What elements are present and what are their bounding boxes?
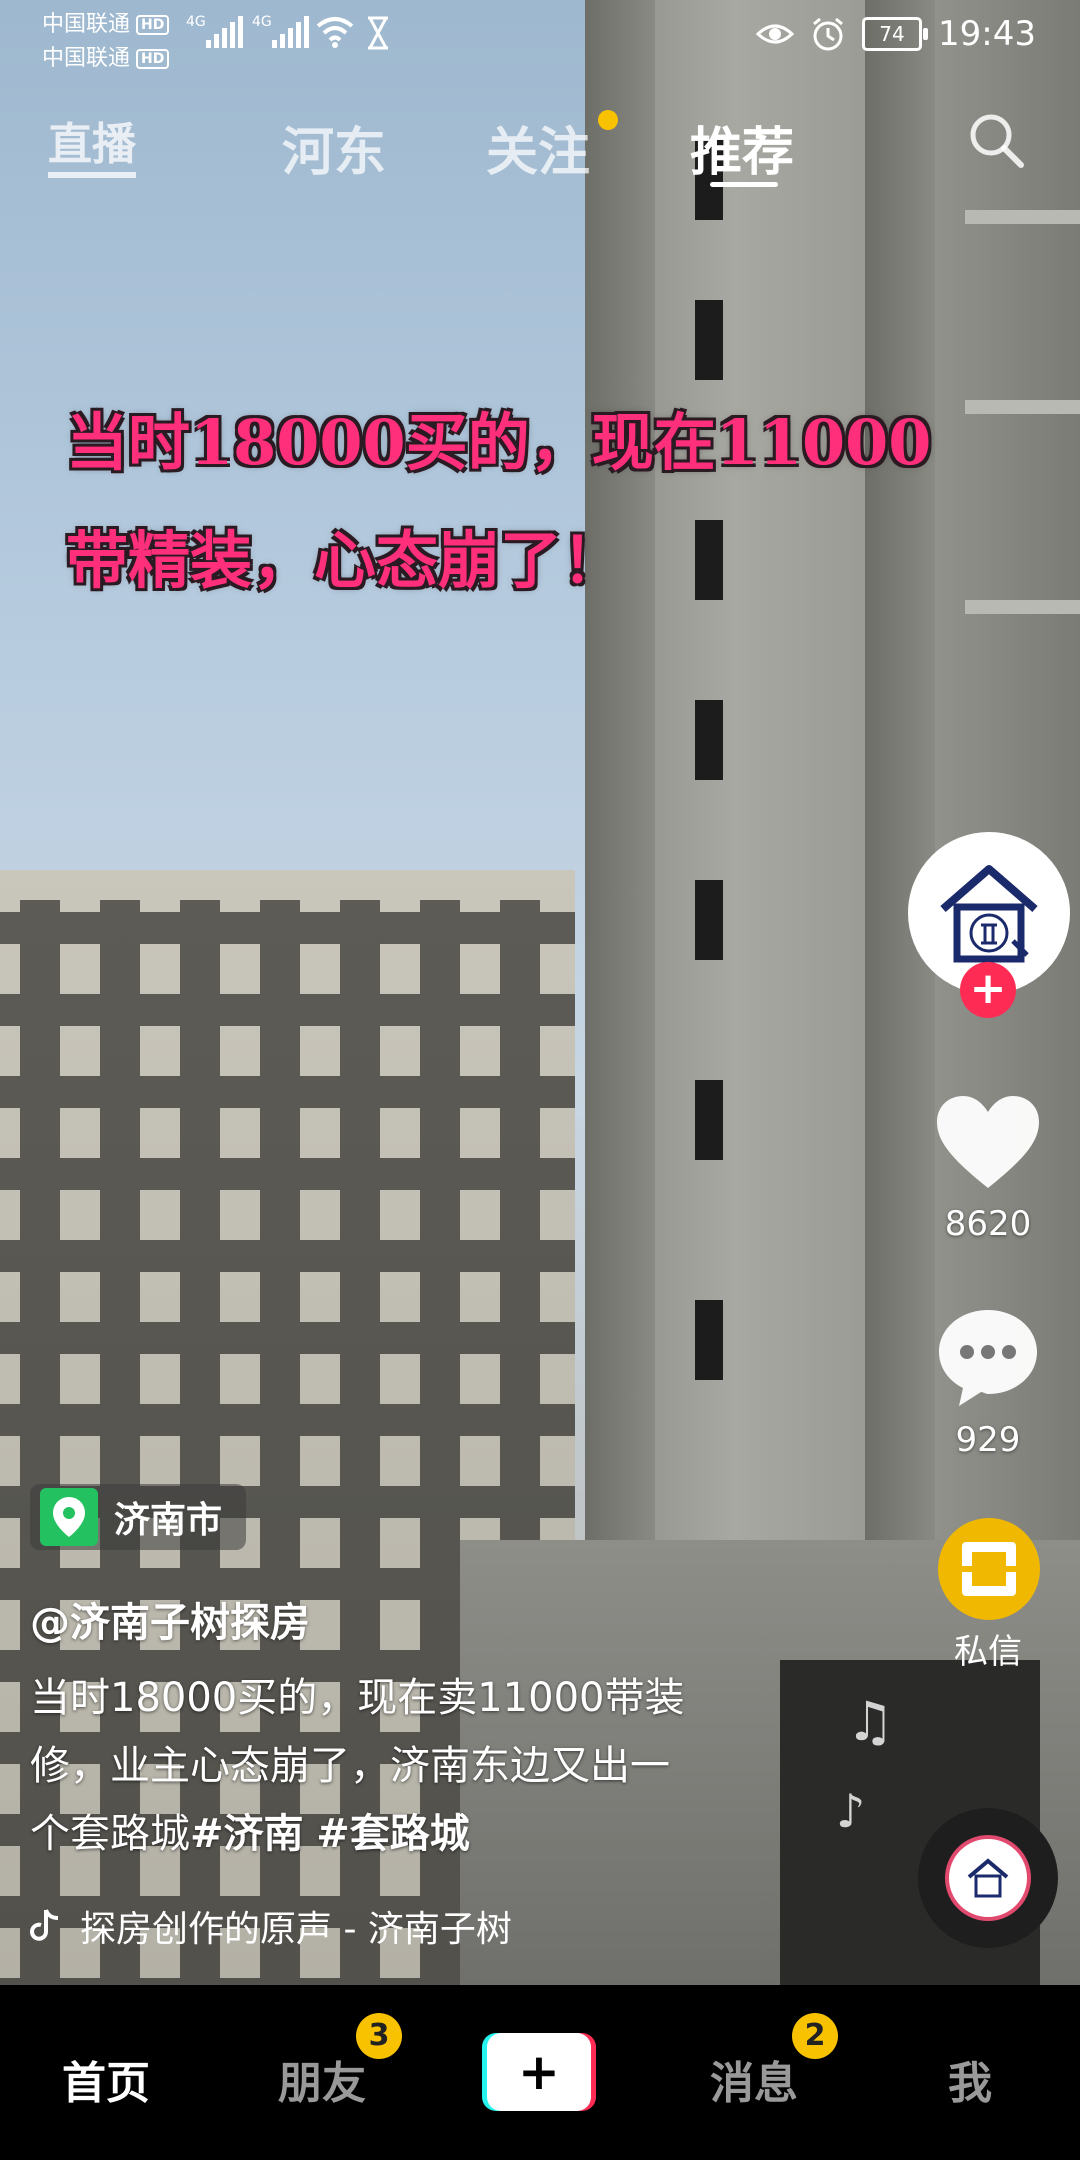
like-button[interactable]: 8620	[918, 1094, 1058, 1244]
like-count: 8620	[944, 1204, 1032, 1244]
follow-button[interactable]: +	[960, 962, 1016, 1018]
location-tag[interactable]: 济南市	[30, 1484, 247, 1550]
tab-friends[interactable]: 朋友	[278, 2047, 366, 2111]
music-note-small-icon: ♪	[836, 1784, 866, 1838]
carrier-1: 中国联通 HD	[42, 6, 170, 38]
author-avatar[interactable]: +	[908, 832, 1070, 1018]
hourglass-icon	[368, 16, 388, 50]
tab-messages[interactable]: 消息	[710, 2047, 798, 2111]
friends-badge: 3	[356, 2013, 402, 2059]
location-pin-icon	[53, 1497, 85, 1537]
comment-icon	[939, 1310, 1037, 1406]
tab-recommend[interactable]: 推荐	[690, 110, 794, 185]
tab-me[interactable]: 我	[948, 2047, 992, 2111]
comment-button[interactable]: 929	[918, 1306, 1058, 1460]
eye-icon	[756, 24, 795, 44]
music-disc-logo-icon	[967, 1858, 1009, 1898]
location-name: 济南市	[114, 1500, 223, 1541]
create-button[interactable]: +	[482, 2033, 596, 2111]
wifi-icon	[316, 17, 354, 48]
comment-count: 929	[955, 1420, 1021, 1460]
hashtag-taolucheng[interactable]: #套路城	[316, 1811, 470, 1857]
video-description: 当时18000买的，现在卖11000带装 修，业主心态崩了，济南东边又出一 个套…	[30, 1675, 685, 1857]
clock: 19:43	[938, 14, 1036, 54]
direct-message-label: 私信	[954, 1632, 1022, 1672]
music-title: 探房创作的原声 - 济南子树	[80, 1909, 512, 1950]
plus-icon: +	[487, 2033, 591, 2111]
tab-hedong[interactable]: 河东	[282, 110, 386, 185]
search-icon[interactable]	[966, 110, 1026, 170]
status-bar: 中国联通 HD 中国联通 HD 4G 4G 74 19:43	[0, 0, 1080, 72]
house-logo-icon	[940, 865, 1038, 963]
music-disc-button[interactable]	[918, 1808, 1058, 1948]
alarm-icon	[813, 17, 843, 51]
video-headline-line1: 当时18000买的，现在11000	[66, 406, 932, 479]
tab-following[interactable]: 关注	[486, 110, 590, 185]
live-button[interactable]: 直播	[48, 108, 136, 178]
heart-icon	[937, 1096, 1039, 1188]
music-note-icon: ♫	[846, 1690, 895, 1753]
active-tab-indicator	[710, 182, 778, 187]
battery-icon: 74	[862, 17, 929, 51]
network-type-2: 4G	[252, 14, 272, 30]
direct-message-button[interactable]	[938, 1518, 1040, 1620]
video-headline-line2: 带精装，心态崩了！	[66, 524, 625, 597]
hashtag-jinan[interactable]: #济南	[190, 1811, 304, 1857]
author-name[interactable]: @济南子树探房	[30, 1590, 310, 1648]
signal-2-icon	[272, 16, 309, 48]
tab-home[interactable]: 首页	[62, 2047, 150, 2111]
messages-badge: 2	[792, 2013, 838, 2059]
message-box-icon	[962, 1542, 1016, 1596]
carrier-2: 中国联通 HD	[42, 40, 170, 72]
tiktok-note-icon	[30, 1909, 59, 1941]
network-type-1: 4G	[186, 14, 206, 30]
music-info[interactable]: 探房创作的原声 - 济南子树	[30, 1900, 512, 1952]
following-new-dot	[598, 110, 618, 130]
signal-1-icon	[206, 16, 243, 48]
